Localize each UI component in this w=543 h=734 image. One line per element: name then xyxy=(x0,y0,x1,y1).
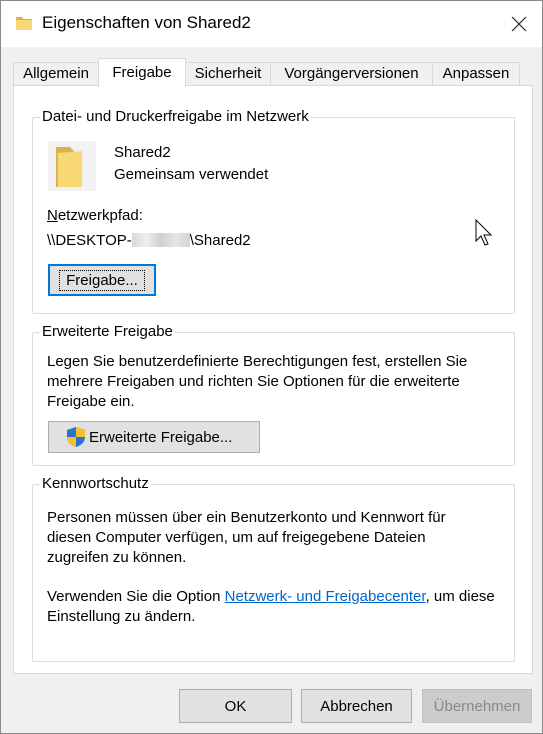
password-protection-group-title: Kennwortschutz xyxy=(40,475,151,493)
tab-sicherheit[interactable]: Sicherheit xyxy=(185,62,271,86)
folder-name: Shared2 xyxy=(114,144,171,161)
tab-panel-freigabe: Datei- und Druckerfreigabe im Netzwerk S… xyxy=(13,85,533,674)
mouse-cursor-icon xyxy=(475,219,493,246)
cancel-button[interactable]: Abbrechen xyxy=(301,689,412,723)
dialog-button-bar: OK Abbrechen Übernehmen xyxy=(1,681,542,734)
network-sharing-center-link[interactable]: Netzwerk- und Freigabecenter xyxy=(225,588,426,605)
password-protection-description: Personen müssen über ein Benutzerkonto u… xyxy=(47,509,446,566)
close-button[interactable] xyxy=(496,1,542,47)
apply-button[interactable]: Übernehmen xyxy=(422,689,532,723)
advanced-sharing-button[interactable]: Erweiterte Freigabe... xyxy=(48,421,260,453)
folder-icon xyxy=(16,17,32,30)
advanced-sharing-description: Legen Sie benutzerdefinierte Berechtigun… xyxy=(47,353,468,410)
share-button-label: Freigabe... xyxy=(59,269,145,291)
window-title: Eigenschaften von Shared2 xyxy=(42,13,251,32)
ok-button[interactable]: OK xyxy=(179,689,292,723)
redacted-hostname xyxy=(131,233,190,247)
tab-anpassen[interactable]: Anpassen xyxy=(432,62,520,86)
password-protection-group: Kennwortschutz Personen müssen über ein … xyxy=(32,475,515,662)
close-icon xyxy=(511,16,527,32)
properties-window: Eigenschaften von Shared2 Allgemein Frei… xyxy=(0,0,543,734)
network-path-label: Netzwerkpfad: xyxy=(47,207,143,224)
title-bar[interactable]: Eigenschaften von Shared2 xyxy=(1,1,542,47)
network-path-label-text: etzwerkpfad: xyxy=(57,207,143,224)
uac-shield-icon xyxy=(67,427,85,447)
share-status: Gemeinsam verwendet xyxy=(114,166,269,183)
folder-icon xyxy=(48,141,96,191)
network-path-value: \\DESKTOP- \Shared2 xyxy=(47,232,251,249)
tab-strip: Allgemein Freigabe Sicherheit Vorgängerv… xyxy=(13,58,533,87)
share-button[interactable]: Freigabe... xyxy=(48,264,156,296)
tab-vorgaengerversionen[interactable]: Vorgängerversionen xyxy=(270,62,433,86)
option-prefix: Verwenden Sie die Option xyxy=(47,588,225,605)
network-sharing-group: Datei- und Druckerfreigabe im Netzwerk S… xyxy=(32,108,515,314)
advanced-sharing-button-label: Erweiterte Freigabe... xyxy=(89,428,233,446)
password-protection-option: Verwenden Sie die Option Netzwerk- und F… xyxy=(47,587,509,627)
tab-freigabe[interactable]: Freigabe xyxy=(98,58,186,87)
advanced-sharing-group-title: Erweiterte Freigabe xyxy=(40,323,175,341)
advanced-sharing-group: Erweiterte Freigabe Legen Sie benutzerde… xyxy=(32,323,515,466)
network-path-suffix: \Shared2 xyxy=(189,232,251,249)
network-sharing-group-title: Datei- und Druckerfreigabe im Netzwerk xyxy=(40,108,311,126)
tab-allgemein[interactable]: Allgemein xyxy=(13,62,99,86)
network-path-prefix: \\DESKTOP- xyxy=(47,232,132,249)
